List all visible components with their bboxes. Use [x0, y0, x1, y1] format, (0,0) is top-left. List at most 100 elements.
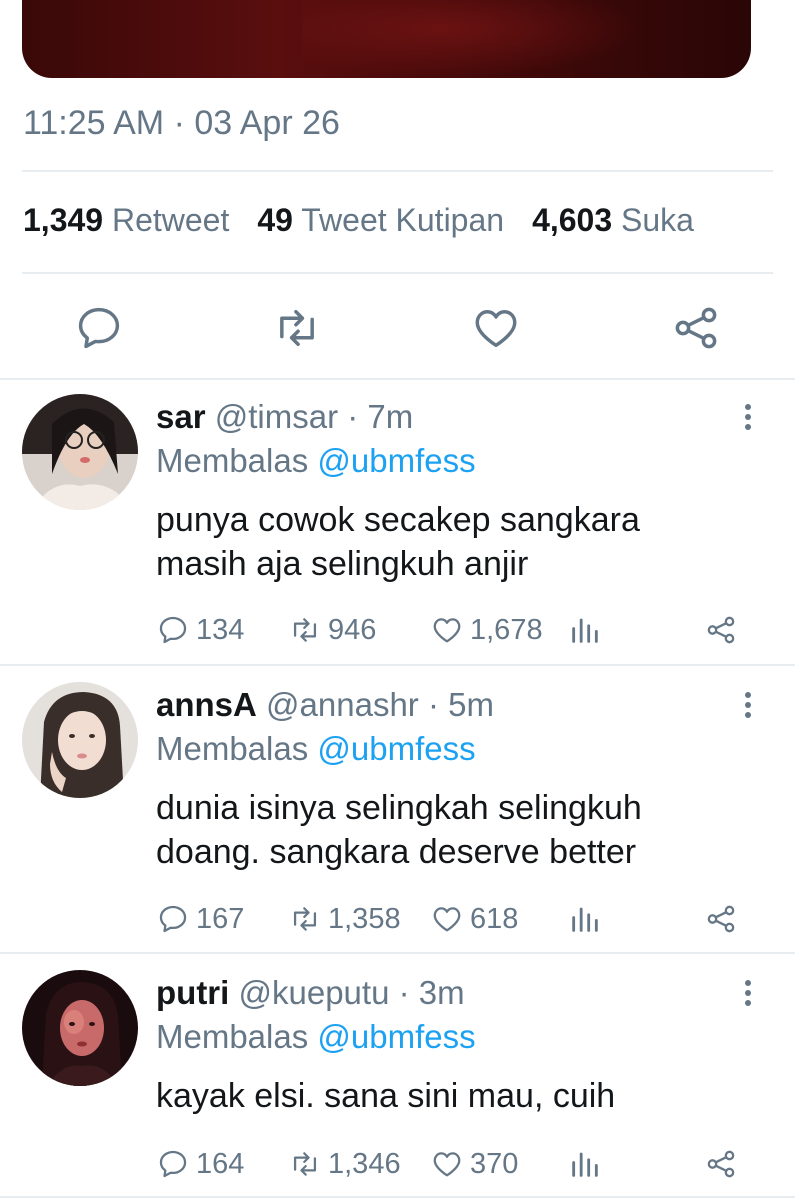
reply-button[interactable]: 167: [156, 899, 244, 939]
retweet-icon: [293, 907, 317, 931]
reply-text: kayak elsi. sana sini mau, cuih: [156, 1074, 756, 1118]
like-count: 370: [470, 1147, 519, 1180]
retweets-count: 1,349: [23, 202, 104, 238]
reply-icon: [159, 1150, 187, 1178]
mention-link[interactable]: @ubmfess: [317, 1018, 475, 1055]
reply-icon: [159, 905, 187, 933]
retweet-button[interactable]: 946: [288, 610, 376, 650]
reply-button[interactable]: [73, 302, 125, 354]
avatar[interactable]: [22, 682, 138, 798]
reply-text-line: dunia isinya selingkah selingkuh: [156, 789, 642, 827]
like-button[interactable]: 1,678: [430, 610, 543, 650]
reply-button[interactable]: 164: [156, 1144, 244, 1184]
like-icon: [475, 310, 517, 348]
handle-and-time: @timsar · 7m: [214, 398, 414, 435]
reply-tweet[interactable]: putri @kueputu · 3m Membalas @ubmfess ka…: [0, 954, 795, 1200]
more-vertical-icon: [745, 692, 751, 718]
quotes-label: Tweet Kutipan: [301, 202, 505, 238]
quotes-stat[interactable]: 49 Tweet Kutipan: [257, 202, 504, 238]
divider: [22, 170, 773, 172]
handle-and-time: @annashr · 5m: [266, 686, 494, 723]
retweets-stat[interactable]: 1,349 Retweet: [23, 202, 229, 238]
tweet-timestamp: 11:25 AM · 03 Apr 26: [23, 104, 340, 142]
share-icon: [675, 307, 717, 349]
replying-to: Membalas @ubmfess: [156, 1018, 476, 1056]
reply-button[interactable]: 134: [156, 610, 244, 650]
share-button[interactable]: [704, 1144, 738, 1184]
reply-actions: 134 946 1,678: [156, 610, 756, 650]
share-button[interactable]: [670, 302, 722, 354]
retweet-count: 946: [328, 613, 377, 646]
avatar[interactable]: [22, 970, 138, 1086]
divider: [0, 1196, 795, 1198]
quotes-count: 49: [257, 202, 293, 238]
display-name[interactable]: annsA: [156, 686, 257, 723]
reply-actions: 164 1,346 370: [156, 1144, 756, 1184]
replying-to-label: Membalas: [156, 442, 309, 479]
like-icon: [433, 618, 461, 643]
reply-text-line: kayak elsi. sana sini mau, cuih: [156, 1077, 616, 1115]
share-button[interactable]: [704, 899, 738, 939]
reply-tweet[interactable]: annsA @annashr · 5m Membalas @ubmfess du…: [0, 666, 795, 952]
analytics-button[interactable]: [568, 610, 608, 650]
reply-actions: 167 1,358 618: [156, 899, 756, 939]
like-icon: [433, 907, 461, 932]
share-icon: [707, 1150, 735, 1178]
like-button[interactable]: 370: [430, 1144, 518, 1184]
reply-header: sar @timsar · 7m: [156, 398, 413, 436]
reply-count: 134: [196, 613, 245, 646]
like-button[interactable]: [470, 302, 522, 354]
analytics-button[interactable]: [568, 899, 608, 939]
like-icon: [433, 1152, 461, 1177]
retweet-count: 1,358: [328, 902, 401, 935]
analytics-icon: [572, 618, 598, 643]
analytics-icon: [572, 907, 598, 932]
retweet-count: 1,346: [328, 1147, 401, 1180]
likes-count: 4,603: [532, 202, 613, 238]
reply-tweet[interactable]: sar @timsar · 7m Membalas @ubmfess punya…: [0, 380, 795, 664]
reply-count: 167: [196, 902, 245, 935]
mention-link[interactable]: @ubmfess: [317, 730, 475, 767]
tweet-action-bar: [0, 298, 795, 358]
tweet-media-image[interactable]: [22, 0, 751, 78]
share-icon: [707, 905, 735, 933]
retweet-button[interactable]: [271, 302, 323, 354]
replying-to-label: Membalas: [156, 1018, 309, 1055]
reply-count: 164: [196, 1147, 245, 1180]
mention-link[interactable]: @ubmfess: [317, 442, 475, 479]
analytics-icon: [572, 1152, 598, 1177]
reply-text: punya cowok secakep sangkara masih aja s…: [156, 498, 756, 586]
more-options-button[interactable]: [736, 402, 760, 432]
like-button[interactable]: 618: [430, 899, 518, 939]
avatar[interactable]: [22, 394, 138, 510]
reply-header: putri @kueputu · 3m: [156, 974, 465, 1012]
retweet-button[interactable]: 1,346: [288, 1144, 401, 1184]
reply-text-line: punya cowok secakep sangkara: [156, 501, 640, 539]
tweet-stats: 1,349 Retweet 49 Tweet Kutipan 4,603 Suka: [23, 202, 694, 239]
divider: [22, 272, 773, 274]
retweet-icon: [280, 310, 314, 346]
more-vertical-icon: [745, 980, 751, 1006]
analytics-button[interactable]: [568, 1144, 608, 1184]
share-button[interactable]: [704, 610, 738, 650]
reply-icon: [159, 616, 187, 644]
reply-text-line: doang. sangkara deserve better: [156, 833, 637, 871]
more-options-button[interactable]: [736, 690, 760, 720]
likes-stat[interactable]: 4,603 Suka: [532, 202, 694, 238]
reply-text: dunia isinya selingkah selingkuh doang. …: [156, 786, 756, 874]
display-name[interactable]: putri: [156, 974, 229, 1011]
replying-to-label: Membalas: [156, 730, 309, 767]
like-count: 1,678: [470, 613, 543, 646]
more-options-button[interactable]: [736, 978, 760, 1008]
like-count: 618: [470, 902, 519, 935]
reply-icon: [78, 307, 120, 349]
retweet-icon: [293, 618, 317, 642]
display-name[interactable]: sar: [156, 398, 206, 435]
retweet-button[interactable]: 1,358: [288, 899, 401, 939]
likes-label: Suka: [621, 202, 694, 238]
retweets-label: Retweet: [111, 202, 230, 238]
handle-and-time: @kueputu · 3m: [238, 974, 465, 1011]
more-vertical-icon: [745, 404, 751, 430]
replying-to: Membalas @ubmfess: [156, 730, 476, 768]
replying-to: Membalas @ubmfess: [156, 442, 476, 480]
